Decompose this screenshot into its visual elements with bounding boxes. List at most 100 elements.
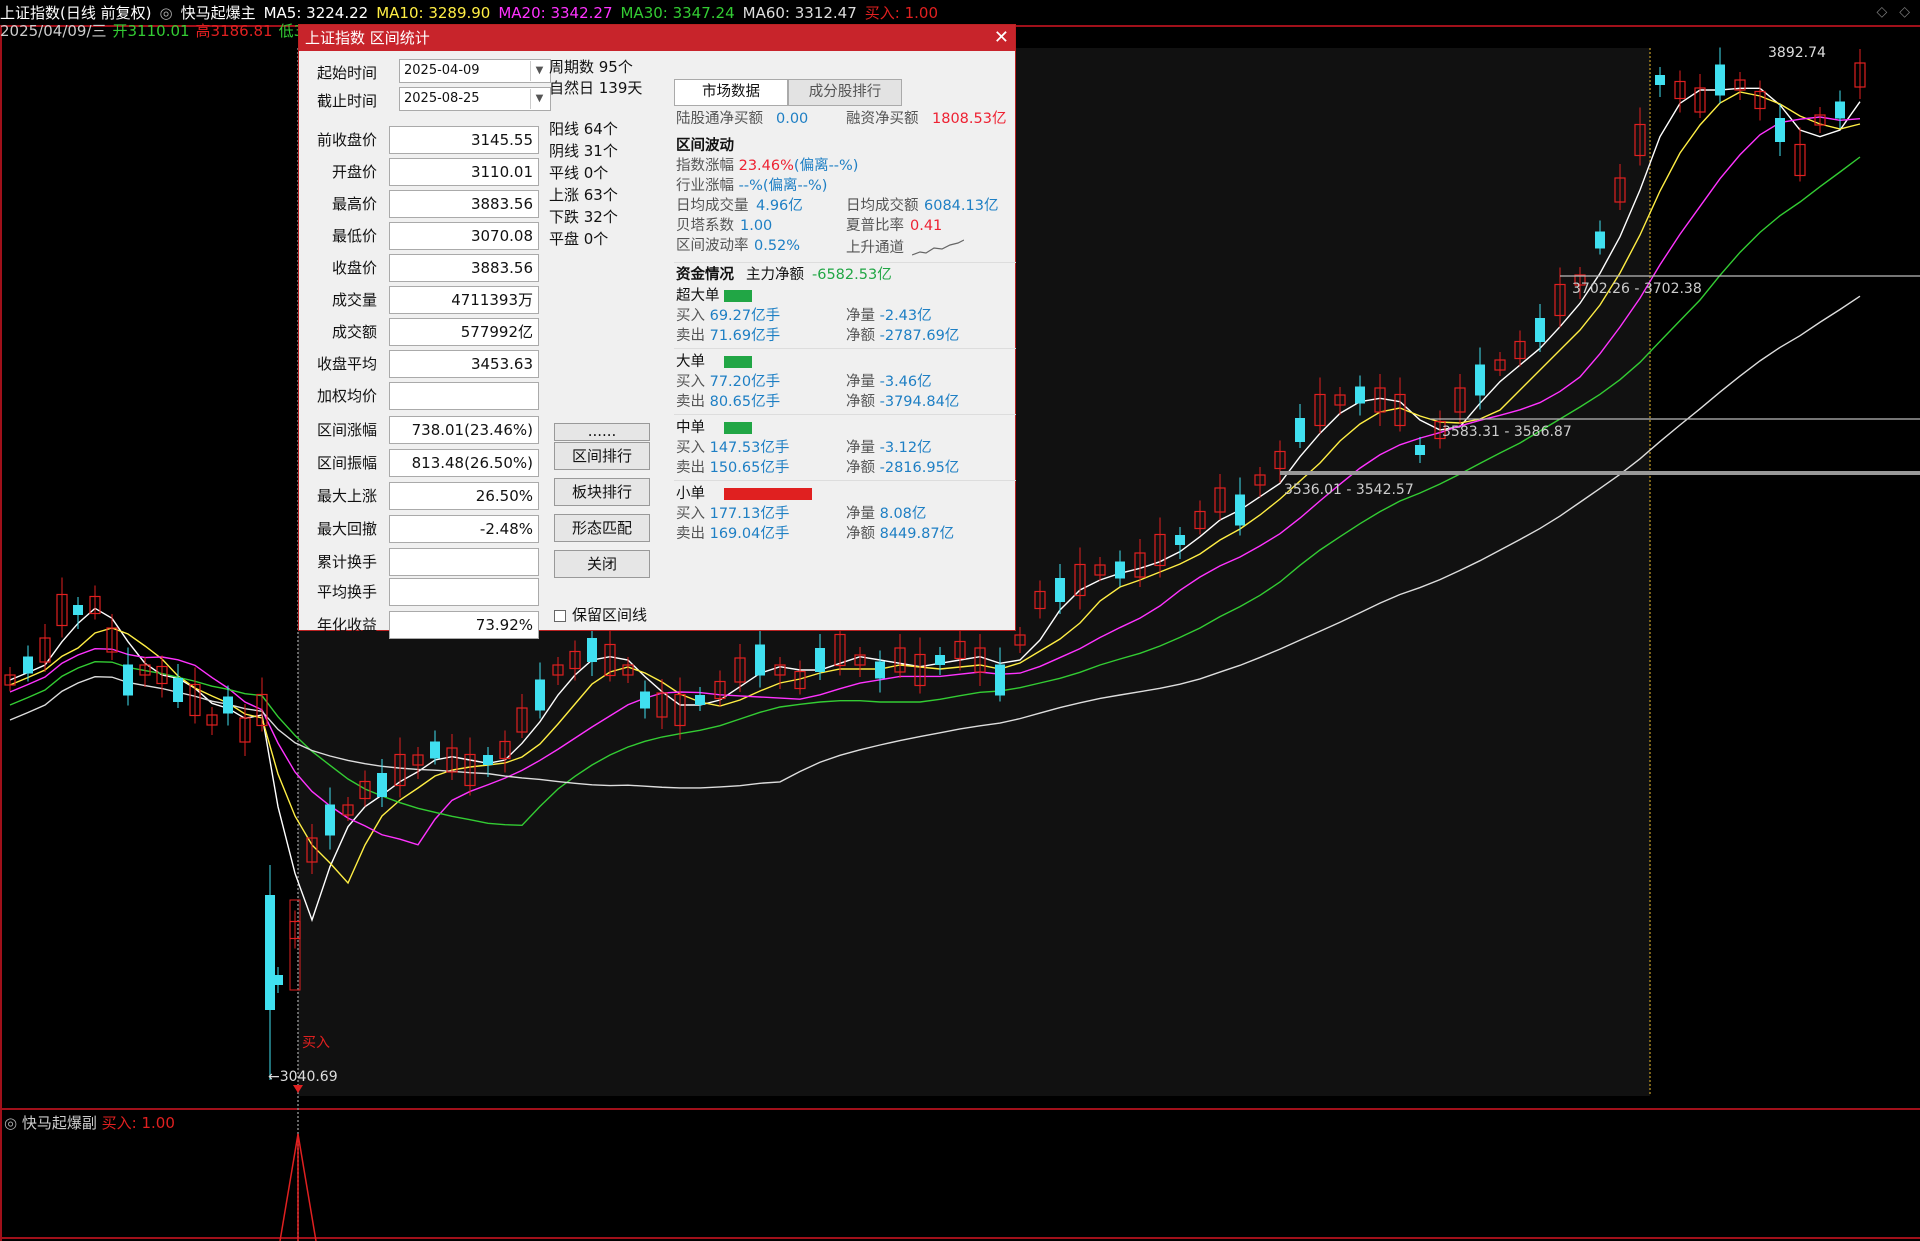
net-amt-label: 净额 [846, 328, 880, 344]
order-net-amt-row: 净额 -3794.84亿 [846, 392, 959, 412]
field-value[interactable]: -2.48% [389, 515, 539, 543]
ma10-value: MA10: 3289.90 [376, 4, 491, 22]
chevron-down-icon[interactable]: ▼ [530, 61, 548, 81]
channel-label: 上升通道 [846, 240, 904, 256]
field-label: 成交额 [331, 323, 377, 341]
divider [674, 480, 1016, 481]
window-controls[interactable]: ◇ ◇ [1864, 4, 1910, 20]
volatility-section-title: 区间波动 [676, 138, 734, 154]
action-button[interactable]: ...... [554, 423, 650, 441]
field-value[interactable]: 4711393万 [389, 286, 539, 314]
buy-label: 买入 [676, 506, 710, 522]
candle [39, 624, 51, 672]
stock-software-screen: 上证指数(日线 前复权) ◎ 快马起爆主 MA5: 3224.22 MA10: 3289… [0, 0, 1920, 1241]
order-buy-row: 买入 147.53亿手 [676, 438, 789, 458]
index-change-label: 指数涨幅 [676, 158, 734, 174]
dialog-titlebar[interactable]: 上证指数 区间统计 ✕ [299, 25, 1015, 51]
sharpe-value: 0.41 [910, 218, 943, 234]
main-net-value: -6582.53亿 [812, 267, 892, 283]
close-icon[interactable]: ✕ [994, 25, 1009, 51]
candle [1694, 74, 1706, 118]
field-value[interactable]: 3070.08 [389, 222, 539, 250]
keep-interval-line-checkbox[interactable]: 保留区间线 [554, 604, 647, 625]
candle [1794, 127, 1806, 182]
sub-indicator-name[interactable]: 快马起爆副 [22, 1114, 97, 1132]
candle [1655, 67, 1665, 97]
field-value[interactable]: 738.01(23.46%) [389, 416, 539, 444]
order-sell-row: 卖出 169.04亿手 [676, 524, 789, 544]
field-value[interactable] [389, 382, 539, 410]
field-value[interactable]: 577992亿 [389, 318, 539, 346]
field-label: 最低价 [331, 227, 377, 245]
candle [1775, 104, 1785, 156]
current-date: 2025/04/09/三 [0, 22, 107, 40]
main-net-label: 主力净额 [746, 267, 804, 283]
net-vol-value: -3.12亿 [879, 440, 932, 456]
divider [674, 414, 1016, 415]
high-price-label: 3892.74 [1768, 45, 1826, 61]
field-value[interactable]: 73.92% [389, 611, 539, 639]
field-value[interactable]: 3145.55 [389, 126, 539, 154]
candle [173, 664, 183, 708]
eye-icon[interactable]: ◎ [4, 1114, 22, 1132]
level-label-1: 3702.26 - 3702.38 [1572, 281, 1702, 297]
diamond-icon[interactable]: ◇ [1876, 4, 1887, 20]
order-type-name: 超大单 [676, 288, 720, 304]
sell-label: 卖出 [676, 394, 710, 410]
north-label: 陆股通净买额 [676, 111, 763, 127]
field-value[interactable]: 3883.56 [389, 254, 539, 282]
candle-count: 上涨 63个 [549, 186, 618, 204]
candle-count: 平盘 0个 [549, 230, 609, 248]
order-bar [724, 422, 752, 434]
interval-stats-dialog[interactable]: 上证指数 区间统计 ✕ 起始时间 2025-04-09 ▼ 截止时间 2025-08-2… [298, 24, 1016, 639]
end-date-select[interactable]: 2025-08-25 ▼ [399, 87, 551, 111]
chevron-down-icon[interactable]: ▼ [530, 89, 548, 109]
field-label: 收盘平均 [316, 355, 377, 373]
field-value[interactable] [389, 578, 539, 606]
field-label: 加权均价 [316, 387, 377, 405]
candle [1835, 90, 1845, 129]
field-value[interactable]: 813.48(26.50%) [389, 449, 539, 477]
buy-value: 69.27亿手 [709, 308, 781, 324]
divider [674, 348, 1016, 349]
sell-value: 150.65亿手 [709, 460, 790, 476]
restore-icon[interactable]: ◇ [1899, 4, 1910, 20]
candle-count: 阳线 64个 [549, 120, 618, 138]
level-label-2: 3583.31 - 3586.87 [1442, 424, 1572, 440]
field-value[interactable]: 26.50% [389, 482, 539, 510]
sell-value: 71.69亿手 [709, 328, 781, 344]
candle [256, 677, 268, 732]
date-label: 起始时间 [316, 64, 377, 82]
start-date-select[interactable]: 2025-04-09 ▼ [399, 59, 551, 83]
net-amt-value: -2816.95亿 [879, 460, 960, 476]
fund-section-title: 资金情况 [676, 267, 734, 283]
sell-label: 卖出 [676, 526, 710, 542]
candle-count: 阴线 31个 [549, 142, 618, 160]
industry-change-row: 行业涨幅 --%(偏离--%) [676, 176, 827, 196]
field-value[interactable]: 3453.63 [389, 350, 539, 378]
order-bar [724, 488, 812, 500]
order-buy-row: 买入 177.13亿手 [676, 504, 789, 524]
candle [139, 657, 151, 687]
order-buy-row: 买入 77.20亿手 [676, 372, 780, 392]
action-button[interactable]: 形态匹配 [554, 514, 650, 542]
field-value[interactable]: 3110.01 [389, 158, 539, 186]
action-button[interactable]: 板块排行 [554, 478, 650, 506]
action-button[interactable]: 关闭 [554, 550, 650, 578]
beta-value: 1.00 [740, 218, 773, 234]
order-net-vol-row: 净量 -3.46亿 [846, 372, 932, 392]
action-button[interactable]: 区间排行 [554, 442, 650, 470]
candle-count: 平线 0个 [549, 164, 609, 182]
field-label: 区间振幅 [316, 454, 377, 472]
tab-0[interactable]: 市场数据 [674, 79, 788, 106]
north-value: 0.00 [776, 111, 809, 127]
sub-indicator-signal [279, 1133, 317, 1241]
field-value[interactable]: 3883.56 [389, 190, 539, 218]
field-label: 最高价 [331, 195, 377, 213]
order-sell-row: 卖出 71.69亿手 [676, 326, 780, 346]
field-value[interactable] [389, 548, 539, 576]
order-type-name: 大单 [676, 354, 705, 370]
margin-value: 1808.53亿 [932, 111, 1007, 127]
order-bar [724, 290, 752, 302]
tab-1[interactable]: 成分股排行 [788, 79, 902, 106]
